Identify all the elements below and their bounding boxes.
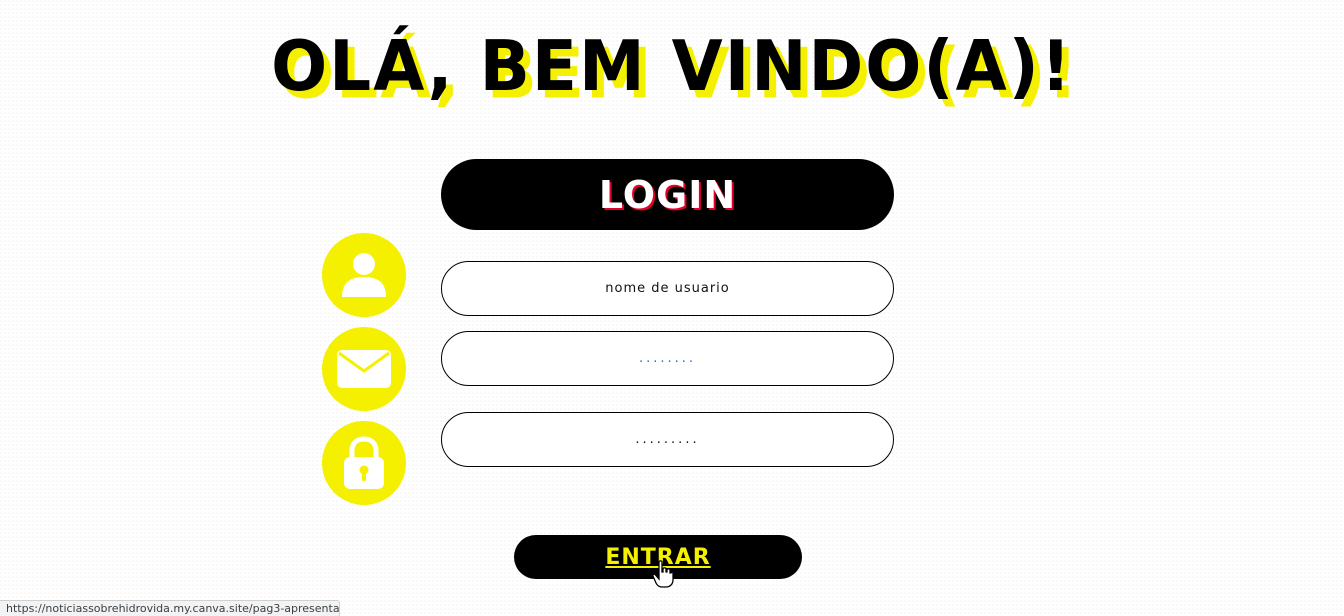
username-input[interactable] xyxy=(442,261,893,316)
email-input[interactable] xyxy=(442,331,893,386)
email-field[interactable] xyxy=(441,331,894,386)
login-banner: LOGIN xyxy=(441,159,894,230)
envelope-icon xyxy=(322,327,406,411)
lock-icon xyxy=(322,421,406,505)
status-bar-url: https://noticiassobrehidrovida.my.canva.… xyxy=(0,600,340,616)
welcome-heading: OLÁ, BEM VINDO(A)! xyxy=(271,26,1073,107)
password-input[interactable] xyxy=(442,412,893,467)
hand-cursor-icon xyxy=(652,560,674,588)
password-field[interactable] xyxy=(441,412,894,467)
user-icon xyxy=(322,233,406,317)
username-field[interactable] xyxy=(441,261,894,316)
login-banner-label: LOGIN xyxy=(598,172,737,217)
login-page: OLÁ, BEM VINDO(A)! LOGIN ENTR xyxy=(0,0,1344,616)
